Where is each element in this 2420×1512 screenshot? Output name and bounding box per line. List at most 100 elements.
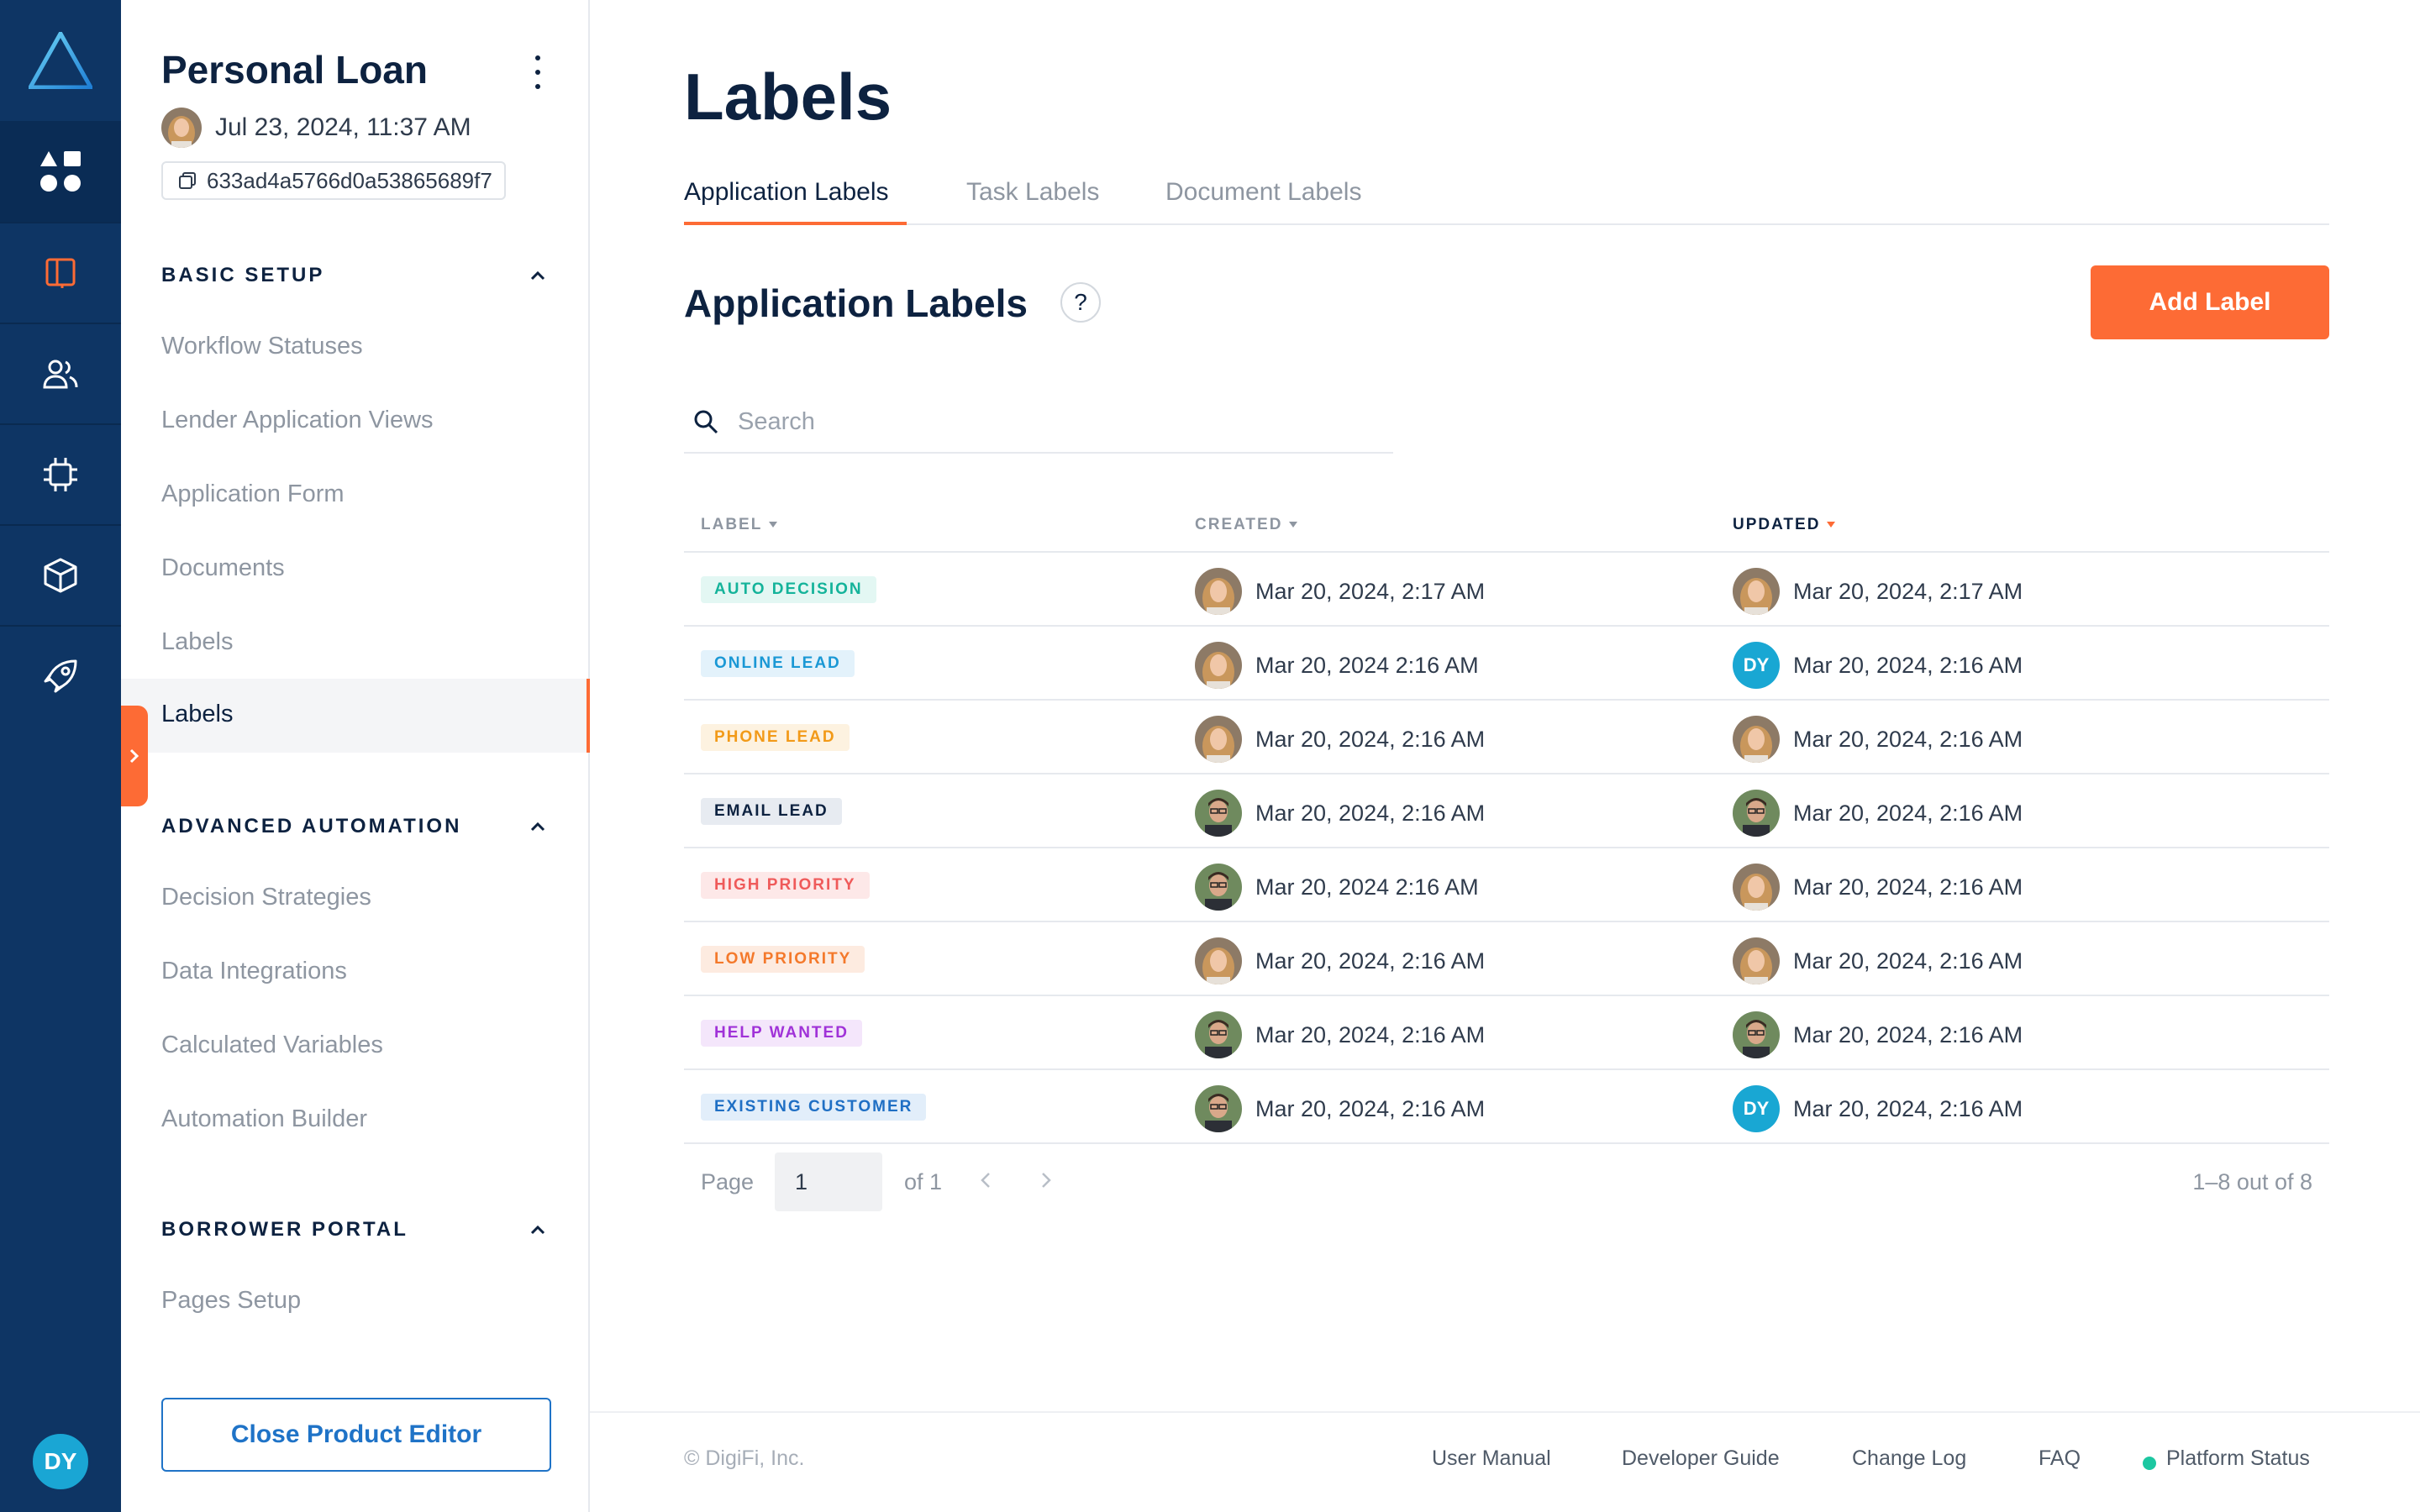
- sort-down-icon: [769, 522, 778, 528]
- avatar: [1195, 716, 1242, 763]
- chevron-right-icon: [129, 748, 139, 764]
- tab-bar: Application Labels Task Labels Document …: [684, 175, 2329, 225]
- created-cell: Mar 20, 2024 2:16 AM: [1195, 864, 1479, 911]
- chevron-up-icon[interactable]: [528, 265, 548, 286]
- chevron-up-icon[interactable]: [528, 816, 548, 837]
- created-cell: Mar 20, 2024, 2:16 AM: [1195, 1011, 1485, 1058]
- nav-lender-application-views[interactable]: Lender Application Views: [161, 407, 434, 434]
- nav-workflow-statuses[interactable]: Workflow Statuses: [161, 333, 363, 360]
- nav-automation-builder[interactable]: Automation Builder: [161, 1105, 367, 1133]
- expand-panel-tab[interactable]: [121, 706, 148, 806]
- footer-link-change-log[interactable]: Change Log: [1852, 1446, 1966, 1471]
- updated-cell: DY Mar 20, 2024, 2:16 AM: [1733, 1085, 2023, 1132]
- footer-link-developer-guide[interactable]: Developer Guide: [1622, 1446, 1780, 1471]
- page-number-input[interactable]: [775, 1152, 882, 1211]
- updated-date: Mar 20, 2024, 2:16 AM: [1793, 1095, 2023, 1121]
- label-badge[interactable]: ONLINE LEAD: [701, 650, 855, 677]
- chip-icon[interactable]: [0, 423, 121, 524]
- nav-pages-setup[interactable]: Pages Setup: [161, 1287, 301, 1315]
- label-badge[interactable]: HELP WANTED: [701, 1020, 862, 1047]
- footer-link-user-manual[interactable]: User Manual: [1432, 1446, 1551, 1471]
- created-cell: Mar 20, 2024, 2:17 AM: [1195, 568, 1485, 615]
- created-cell: Mar 20, 2024, 2:16 AM: [1195, 937, 1485, 984]
- product-meta: Jul 23, 2024, 11:37 AM: [161, 108, 471, 148]
- avatar: [1195, 864, 1242, 911]
- sort-down-icon: [1827, 522, 1836, 528]
- footer-link-faq[interactable]: FAQ: [2039, 1446, 2081, 1471]
- column-header-created[interactable]: CREATED: [1195, 516, 1298, 534]
- table-row[interactable]: HELP WANTED Mar 20, 2024, 2:16 AM Mar 20, …: [684, 996, 2329, 1070]
- nav-data-integrations[interactable]: Data Integrations: [161, 958, 347, 985]
- chevron-up-icon[interactable]: [528, 1220, 548, 1240]
- avatar: [1195, 642, 1242, 689]
- avatar: [161, 108, 202, 148]
- apps-icon[interactable]: [0, 121, 121, 222]
- tab-application-labels[interactable]: Application Labels: [684, 178, 889, 207]
- tab-document-labels[interactable]: Document Labels: [1165, 178, 1361, 207]
- avatar: [1195, 937, 1242, 984]
- user-avatar: DY: [1733, 1085, 1780, 1132]
- search-input[interactable]: [738, 407, 1376, 436]
- updated-cell: Mar 20, 2024, 2:16 AM: [1733, 790, 2023, 837]
- table-body: AUTO DECISION Mar 20, 2024, 2:17 AM Mar 20…: [684, 553, 2329, 1144]
- avatar: [1195, 790, 1242, 837]
- tab-task-labels[interactable]: Task Labels: [966, 178, 1099, 207]
- nav-labels[interactable]: Labels: [161, 628, 233, 656]
- nav-calculated-variables[interactable]: Calculated Variables: [161, 1032, 383, 1059]
- section-borrower-portal[interactable]: BORROWER PORTAL: [161, 1218, 408, 1242]
- next-page-icon[interactable]: [1034, 1168, 1059, 1193]
- search-icon: [694, 410, 718, 434]
- section-advanced-automation[interactable]: ADVANCED AUTOMATION: [161, 815, 461, 838]
- updated-date: Mar 20, 2024, 2:16 AM: [1793, 652, 2023, 678]
- table-row[interactable]: EMAIL LEAD Mar 20, 2024, 2:16 AM Mar 20, 2…: [684, 774, 2329, 848]
- label-badge[interactable]: AUTO DECISION: [701, 576, 876, 603]
- column-header-label[interactable]: LABEL: [701, 516, 778, 534]
- nav-documents[interactable]: Documents: [161, 554, 285, 582]
- created-cell: Mar 20, 2024 2:16 AM: [1195, 642, 1479, 689]
- label-badge[interactable]: EXISTING CUSTOMER: [701, 1094, 927, 1121]
- product-id-copy[interactable]: 633ad4a5766d0a53865689f7: [161, 161, 506, 200]
- label-badge[interactable]: EMAIL LEAD: [701, 798, 842, 825]
- updated-date: Mar 20, 2024, 2:16 AM: [1793, 726, 2023, 752]
- created-date: Mar 20, 2024 2:16 AM: [1255, 874, 1479, 900]
- close-product-editor-button[interactable]: Close Product Editor: [161, 1398, 551, 1472]
- status-indicator: [2143, 1457, 2156, 1470]
- nav-labels-active[interactable]: Labels: [121, 679, 590, 753]
- table-header: LABEL CREATED UPDATED: [684, 499, 2329, 553]
- nav-decision-strategies[interactable]: Decision Strategies: [161, 884, 371, 911]
- label-badge[interactable]: HIGH PRIORITY: [701, 872, 870, 899]
- cube-icon[interactable]: [0, 524, 121, 625]
- sort-down-icon: [1289, 522, 1298, 528]
- table-row[interactable]: ONLINE LEAD Mar 20, 2024 2:16 AM DY Mar 20,…: [684, 627, 2329, 701]
- nav-application-form[interactable]: Application Form: [161, 480, 345, 508]
- book-icon[interactable]: [0, 222, 121, 323]
- created-date: Mar 20, 2024, 2:16 AM: [1255, 1095, 1486, 1121]
- users-icon[interactable]: [0, 323, 121, 423]
- label-badge[interactable]: PHONE LEAD: [701, 724, 850, 751]
- header-label-text: LABEL: [701, 516, 763, 533]
- updated-date: Mar 20, 2024, 2:16 AM: [1793, 948, 2023, 974]
- help-icon[interactable]: ?: [1060, 282, 1101, 323]
- table-row[interactable]: AUTO DECISION Mar 20, 2024, 2:17 AM Mar 20…: [684, 553, 2329, 627]
- avatar: [1733, 790, 1780, 837]
- page-title: Labels: [684, 60, 892, 134]
- section-basic-setup[interactable]: BASIC SETUP: [161, 264, 324, 287]
- created-date: Mar 20, 2024, 2:16 AM: [1255, 1021, 1486, 1047]
- page-total: of 1: [904, 1169, 943, 1194]
- logo-icon[interactable]: [0, 0, 121, 121]
- add-label-button[interactable]: Add Label: [2091, 265, 2329, 339]
- rocket-icon[interactable]: [0, 625, 121, 726]
- footer-link-platform-status[interactable]: Platform Status: [2166, 1446, 2310, 1471]
- more-options-icon[interactable]: [528, 55, 548, 89]
- previous-page-icon[interactable]: [973, 1168, 998, 1193]
- table-row[interactable]: HIGH PRIORITY Mar 20, 2024 2:16 AM Mar 20,…: [684, 848, 2329, 922]
- avatar: [1733, 864, 1780, 911]
- table-row[interactable]: PHONE LEAD Mar 20, 2024, 2:16 AM Mar 20, 2…: [684, 701, 2329, 774]
- avatar: [1195, 1085, 1242, 1132]
- user-avatar[interactable]: DY: [30, 1431, 91, 1492]
- column-header-updated[interactable]: UPDATED: [1733, 516, 1836, 534]
- product-id: 633ad4a5766d0a53865689f7: [207, 167, 492, 193]
- label-badge[interactable]: LOW PRIORITY: [701, 946, 865, 973]
- table-row[interactable]: LOW PRIORITY Mar 20, 2024, 2:16 AM Mar 20,…: [684, 922, 2329, 996]
- table-row[interactable]: EXISTING CUSTOMER Mar 20, 2024, 2:16 AM DY…: [684, 1070, 2329, 1144]
